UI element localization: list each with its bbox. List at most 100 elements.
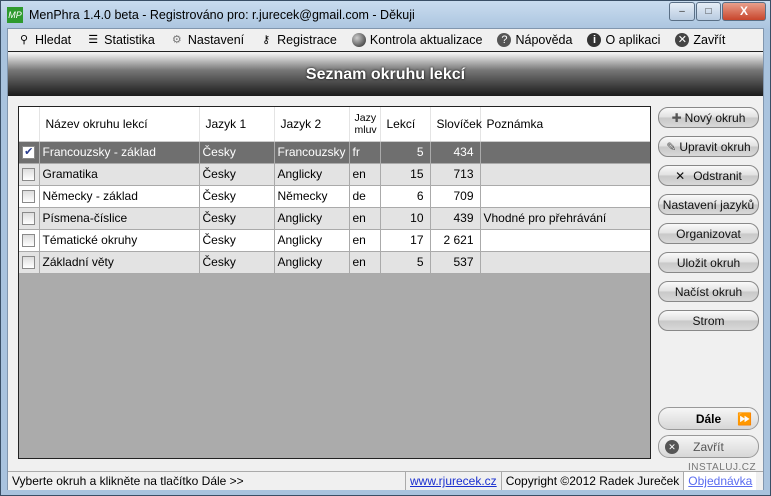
button-label: Zavřít	[693, 439, 724, 454]
cell-words: 439	[430, 207, 481, 230]
table-row[interactable]: Tématické okruhy Česky Anglicky en 17 2 621	[19, 229, 650, 252]
maximize-button[interactable]: □	[696, 2, 721, 21]
cell-lang2: Francouzsky	[274, 141, 350, 164]
tree-button[interactable]: Strom	[658, 310, 759, 331]
row-checkbox-cell[interactable]	[19, 207, 40, 230]
page-title: Seznam okruhu lekcí	[8, 53, 763, 96]
menu-o-aplikaci[interactable]: iO aplikaci	[587, 33, 660, 47]
status-hint: Vyberte okruh a klikněte na tlačítko Dál…	[8, 472, 406, 490]
cell-name: Francouzsky - základ	[39, 141, 200, 164]
cell-note	[480, 185, 650, 208]
plus-icon: ✚	[671, 110, 682, 125]
table-row[interactable]: Německy - základ Česky Německy de 6 709	[19, 185, 650, 208]
language-settings-button[interactable]: Nastavení jazyků	[658, 194, 759, 215]
website-link[interactable]: www.rjurecek.cz	[410, 474, 497, 488]
cell-words: 709	[430, 185, 481, 208]
cell-lessons: 5	[380, 251, 431, 274]
organize-button[interactable]: Organizovat	[658, 223, 759, 244]
new-topic-button[interactable]: ✚ Nový okruh	[658, 107, 759, 128]
menu-label: Nastavení	[187, 33, 245, 47]
button-label: Odstranit	[693, 168, 742, 183]
close-button[interactable]: ✕ Zavřít	[658, 435, 759, 458]
edit-topic-button[interactable]: ✎ Upravit okruh	[658, 136, 759, 157]
minimize-button[interactable]: –	[669, 2, 695, 21]
close-icon: ✕	[665, 439, 679, 454]
table-row[interactable]: ✔ Francouzsky - základ Česky Francouzsky fr 5…	[19, 141, 650, 164]
row-checkbox[interactable]	[22, 189, 36, 203]
button-label: Upravit okruh	[679, 139, 751, 154]
lesson-grid: Název okruhu lekcí Jazyk 1 Jazyk 2 Jazy …	[18, 106, 651, 459]
table-row[interactable]: Písmena-číslice Česky Anglicky en 10 439 Vhodn…	[19, 207, 650, 230]
column-header-note[interactable]: Poznámka	[480, 107, 650, 142]
column-header-lessons[interactable]: Lekcí	[380, 107, 431, 142]
gear-icon: ⚙	[171, 34, 182, 46]
action-buttons: ✚ Nový okruh ✎ Upravit okruh ✕ Odstranit Na…	[658, 107, 759, 339]
globe-icon	[351, 33, 366, 47]
row-checkbox-cell[interactable]	[19, 251, 40, 274]
cell-words: 2 621	[430, 229, 481, 252]
cell-lang2: Anglicky	[274, 229, 350, 252]
cell-words: 434	[430, 141, 481, 164]
row-checkbox-cell[interactable]	[19, 185, 40, 208]
cell-lang1: Česky	[199, 185, 275, 208]
load-topic-button[interactable]: Načíst okruh	[658, 281, 759, 302]
menu-registrace[interactable]: ⚷ Registrace	[259, 33, 337, 47]
menu-bar: ⚲ Hledat ☰ Statistika ⚙ Nastavení ⚷ Registra…	[8, 29, 763, 52]
cell-name: Písmena-číslice	[39, 207, 200, 230]
cell-lang1: Česky	[199, 207, 275, 230]
row-checkbox[interactable]	[22, 211, 36, 225]
row-checkbox-cell[interactable]: ✔	[19, 141, 40, 164]
column-header-lang-code[interactable]: Jazy mluv	[349, 107, 381, 142]
cell-note	[480, 141, 650, 164]
cell-name: Základní věty	[39, 251, 200, 274]
order-link[interactable]: Objednávka	[688, 474, 752, 488]
close-icon: ✕	[675, 33, 690, 47]
menu-label: Hledat	[35, 33, 72, 47]
row-checkbox-cell[interactable]	[19, 229, 40, 252]
cell-lang1: Česky	[199, 251, 275, 274]
title-bar: MP MenPhra 1.4.0 beta - Registrováno pro…	[1, 1, 770, 28]
cell-lang-code: en	[349, 251, 381, 274]
table-header: Název okruhu lekcí Jazyk 1 Jazyk 2 Jazy …	[19, 107, 650, 142]
button-label: Nový okruh	[684, 110, 746, 125]
menu-statistika[interactable]: ☰ Statistika	[86, 33, 155, 47]
binoculars-icon: ⚲	[19, 34, 29, 46]
column-header-lang2[interactable]: Jazyk 2	[274, 107, 350, 142]
cell-note: Vhodné pro přehrávání	[480, 207, 650, 230]
column-header-lang1[interactable]: Jazyk 1	[199, 107, 275, 142]
cell-words: 713	[430, 163, 481, 186]
cell-name: Německy - základ	[39, 185, 200, 208]
cell-lang-code: en	[349, 229, 381, 252]
row-checkbox[interactable]: ✔	[22, 145, 36, 159]
help-icon: ?	[497, 33, 512, 47]
row-checkbox[interactable]	[22, 167, 36, 181]
remove-topic-button[interactable]: ✕ Odstranit	[658, 165, 759, 186]
column-header-select[interactable]	[19, 107, 40, 142]
column-header-words[interactable]: Slovíček	[430, 107, 482, 142]
pencil-icon: ✎	[666, 139, 677, 154]
cell-name: Gramatika	[39, 163, 200, 186]
cell-lang-code: de	[349, 185, 381, 208]
row-checkbox-cell[interactable]	[19, 163, 40, 186]
row-checkbox[interactable]	[22, 255, 36, 269]
app-window: MP MenPhra 1.4.0 beta - Registrováno pro…	[0, 0, 771, 496]
menu-nastaveni[interactable]: ⚙ Nastavení	[170, 33, 244, 47]
cell-lessons: 6	[380, 185, 431, 208]
column-header-name[interactable]: Název okruhu lekcí	[39, 107, 200, 142]
menu-kontrola-aktualizace[interactable]: Kontrola aktualizace	[351, 33, 482, 47]
save-topic-button[interactable]: Uložit okruh	[658, 252, 759, 273]
cell-lessons: 17	[380, 229, 431, 252]
menu-napoveda[interactable]: ? Nápověda	[497, 33, 572, 47]
menu-zavrit[interactable]: ✕ Zavřít	[675, 33, 725, 47]
table-row[interactable]: Gramatika Česky Anglicky en 15 713	[19, 163, 650, 186]
close-window-button[interactable]: X	[722, 2, 766, 21]
row-checkbox[interactable]	[22, 233, 36, 247]
cell-lessons: 5	[380, 141, 431, 164]
cell-note	[480, 251, 650, 274]
cell-lang2: Anglicky	[274, 163, 350, 186]
next-button[interactable]: Dále ⏩	[658, 407, 759, 430]
window-title: MenPhra 1.4.0 beta - Registrováno pro: r…	[29, 7, 415, 22]
cell-name: Tématické okruhy	[39, 229, 200, 252]
table-row[interactable]: Základní věty Česky Anglicky en 5 537	[19, 251, 650, 274]
menu-hledat[interactable]: ⚲ Hledat	[17, 33, 71, 47]
